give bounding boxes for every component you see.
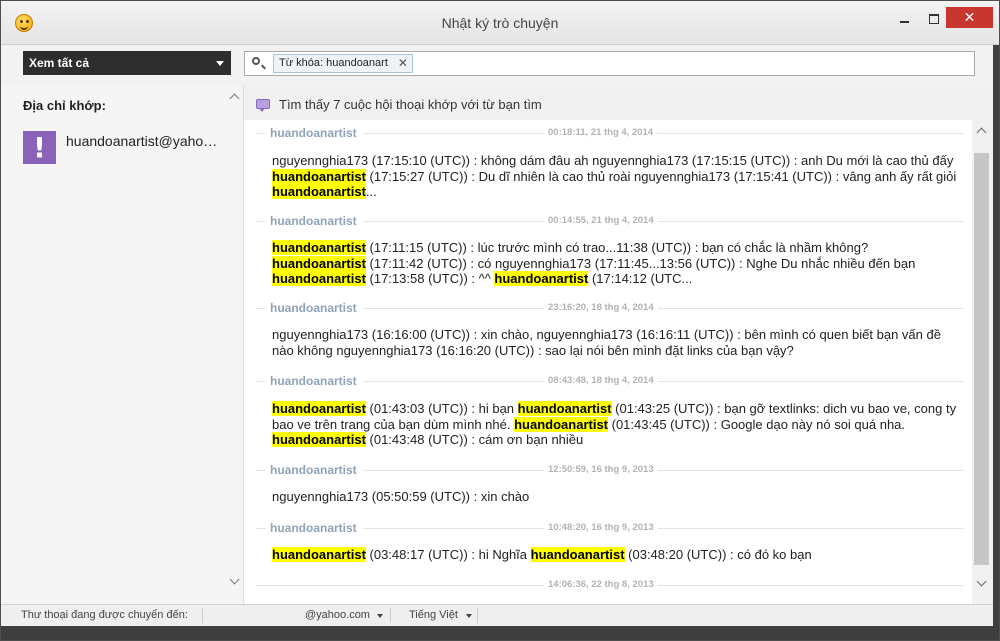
snippet-text: (01:43:03 (UTC)) : hi bạn <box>365 401 518 416</box>
conversation-snippet: huandoanartist (17:11:15 (UTC)) : lúc tr… <box>272 240 962 287</box>
snippet-text: nguyennghia173 (17:15:10 (UTC)) : không … <box>272 153 954 168</box>
filter-dropdown[interactable]: Xem tất cả <box>23 51 231 75</box>
conversation-item[interactable]: huandoanartist 23:16:20, 18 thg 4, 2014 ng… <box>244 301 972 358</box>
conversation-contact: huandoanartist <box>266 463 363 477</box>
maximize-button[interactable] <box>920 8 948 30</box>
chat-bubble-icon <box>256 99 270 112</box>
conversation-contact: huandoanartist <box>266 301 363 315</box>
keyword-highlight: huandoanartist <box>514 416 609 432</box>
keyword-highlight: huandoanartist <box>517 401 612 416</box>
filter-dropdown-label: Xem tất cả <box>29 56 90 70</box>
close-button[interactable]: ✕ <box>946 7 993 28</box>
window-frame <box>993 45 999 640</box>
sidebar-scroll-up-icon[interactable] <box>230 92 240 100</box>
conversation-snippet: huandoanartist (03:48:17 (UTC)) : hi Ngh… <box>272 547 962 563</box>
snippet-text: (01:43:45 (UTC)) : Google dạo này nó soi… <box>608 416 906 432</box>
conversation-date: 12:50:59, 16 thg 9, 2013 <box>544 464 658 475</box>
conversation-header: huandoanartist 00:14:55, 21 thg 4, 2014 <box>244 214 972 228</box>
snippet-text: nguyennghia173 (05:50:59 (UTC)) : xin ch… <box>272 489 530 504</box>
scrollbar-thumb[interactable] <box>974 153 989 565</box>
conversation-list[interactable]: huandoanartist 00:18:11, 21 thg 4, 2014 ng… <box>244 120 972 604</box>
keyword-highlight: huandoanartist <box>530 547 625 562</box>
window-frame <box>1 626 999 640</box>
title-bar[interactable]: Nhật ký trò chuyện ✕ <box>1 1 999 45</box>
snippet-text: (17:13:58 (UTC)) : ^^ <box>365 271 495 286</box>
keyword-highlight: huandoanartist <box>272 547 366 562</box>
results-summary: Tìm thấy 7 cuộc hội thoại khớp với từ bạ… <box>279 97 542 112</box>
keyword-highlight: huandoanartist <box>272 168 366 184</box>
conversation-contact: huandoanartist <box>266 374 363 388</box>
snippet-text: (17:11:42 (UTC)) : có nguyennghia173 (17… <box>365 255 916 271</box>
conversation-item[interactable]: huandoanartist 12:50:59, 16 thg 9, 2013 ng… <box>244 463 972 504</box>
snippet-text: (17:14:12 (UTC... <box>588 271 693 286</box>
keyword-highlight: huandoanartist <box>272 401 366 416</box>
keyword-highlight: huandoanartist <box>272 255 366 271</box>
conversation-item[interactable]: huandoanartist 00:18:11, 21 thg 4, 2014 ng… <box>244 126 972 199</box>
conversation-item[interactable]: huandoanartist 00:14:55, 21 thg 4, 2014 hu… <box>244 214 972 286</box>
caret-down-icon[interactable] <box>377 614 383 618</box>
conversation-header: huandoanartist 12:50:59, 16 thg 9, 2013 <box>244 463 972 477</box>
conversation-header: huandoanartist 08:43:48, 18 thg 4, 2014 <box>244 374 972 388</box>
conversation-date: 23:16:20, 18 thg 4, 2014 <box>544 302 658 313</box>
window-title: Nhật ký trò chuyện <box>441 15 559 31</box>
keyword-highlight: huandoanartist <box>272 271 366 286</box>
keyword-chip-label: Từ khóa: huandoanart <box>279 57 388 69</box>
results-header: Tìm thấy 7 cuộc hội thoại khớp với từ bạ… <box>244 86 999 120</box>
conversation-header: huandoanartist 10:48:20, 16 thg 9, 2013 <box>244 521 972 535</box>
search-icon <box>252 57 260 65</box>
snippet-text: (01:43:48 (UTC)) : cám ơn bạn nhiều <box>365 432 584 447</box>
conversation-item[interactable]: 14:06:36, 22 thg 8, 2013 <box>244 578 972 592</box>
conversation-contact: huandoanartist <box>266 521 363 535</box>
keyword-highlight: huandoanartist <box>272 240 366 255</box>
minimize-button[interactable] <box>890 8 918 30</box>
conversation-snippet: nguyennghia173 (05:50:59 (UTC)) : xin ch… <box>272 489 962 505</box>
scroll-down-icon[interactable] <box>977 580 987 588</box>
chat-history-window: Nhật ký trò chuyện ✕ Xem tất cả Từ khóa:… <box>0 0 1000 641</box>
conversation-scrollbar[interactable] <box>972 120 993 604</box>
conversation-header: huandoanartist 00:18:11, 21 thg 4, 2014 <box>244 126 972 140</box>
snippet-text: ... <box>365 184 377 199</box>
avatar: ! <box>23 131 56 164</box>
sidebar: Địa chỉ khớp: ! huandoanartist@yaho… <box>1 86 244 604</box>
snippet-text: (03:48:20 (UTC)) : có đó ko bạn <box>624 547 812 562</box>
conversation-snippet: nguyennghia173 (17:15:10 (UTC)) : không … <box>272 153 962 200</box>
keyword-highlight: huandoanartist <box>494 271 589 286</box>
conversation-date: 00:18:11, 21 thg 4, 2014 <box>544 127 658 138</box>
keyword-chip[interactable]: Từ khóa: huandoanart ✕ <box>273 54 413 73</box>
voicemail-email-select[interactable]: @yahoo.com <box>305 609 370 621</box>
conversation-date: 00:14:55, 21 thg 4, 2014 <box>544 215 658 226</box>
conversation-snippet: nguyennghia173 (16:16:00 (UTC)) : xin ch… <box>272 327 962 358</box>
snippet-text: (17:11:15 (UTC)) : lúc trước mình có tra… <box>365 240 869 255</box>
conversation-contact: huandoanartist <box>266 126 363 140</box>
keyword-highlight: huandoanartist <box>272 184 366 199</box>
snippet-text: (17:15:27 (UTC)) : Du dĩ nhiên là cao th… <box>365 168 957 184</box>
caret-down-icon <box>216 61 224 66</box>
contact-item[interactable]: ! huandoanartist@yaho… <box>23 131 233 167</box>
voicemail-forward-label: Thư thoại đang được chuyển đến: <box>21 609 188 621</box>
caret-down-icon[interactable] <box>466 614 472 618</box>
conversation-header: 14:06:36, 22 thg 8, 2013 <box>244 578 972 592</box>
conversation-snippet: huandoanartist (01:43:03 (UTC)) : hi bạn… <box>272 401 962 448</box>
search-input[interactable]: Từ khóa: huandoanart ✕ <box>244 51 975 76</box>
remove-chip-icon[interactable]: ✕ <box>398 55 408 72</box>
status-bar: Thư thoại đang được chuyển đến: @yahoo.c… <box>1 604 993 626</box>
scroll-up-icon[interactable] <box>977 126 987 134</box>
snippet-text: nguyennghia173 (16:16:00 (UTC)) : xin ch… <box>272 327 941 358</box>
conversation-header: huandoanartist 23:16:20, 18 thg 4, 2014 <box>244 301 972 315</box>
keyword-highlight: huandoanartist <box>272 432 366 447</box>
status-divider <box>390 608 391 623</box>
language-select[interactable]: Tiếng Việt <box>409 609 458 621</box>
status-divider <box>202 608 203 623</box>
conversation-item[interactable]: huandoanartist 10:48:20, 16 thg 9, 2013 hu… <box>244 521 972 562</box>
conversation-item[interactable]: huandoanartist 08:43:48, 18 thg 4, 2014 hu… <box>244 374 972 447</box>
conversation-date: 08:43:48, 18 thg 4, 2014 <box>544 375 658 386</box>
sidebar-scroll-down-icon[interactable] <box>230 578 240 586</box>
snippet-text: (03:48:17 (UTC)) : hi Nghĩa <box>365 547 531 562</box>
conversation-date: 10:48:20, 16 thg 9, 2013 <box>544 522 658 533</box>
status-divider <box>477 608 478 623</box>
conversation-date: 14:06:36, 22 thg 8, 2013 <box>544 579 658 590</box>
sidebar-title: Địa chỉ khớp: <box>23 98 106 113</box>
conversation-contact: huandoanartist <box>266 214 363 228</box>
contact-name: huandoanartist@yaho… <box>66 133 218 149</box>
